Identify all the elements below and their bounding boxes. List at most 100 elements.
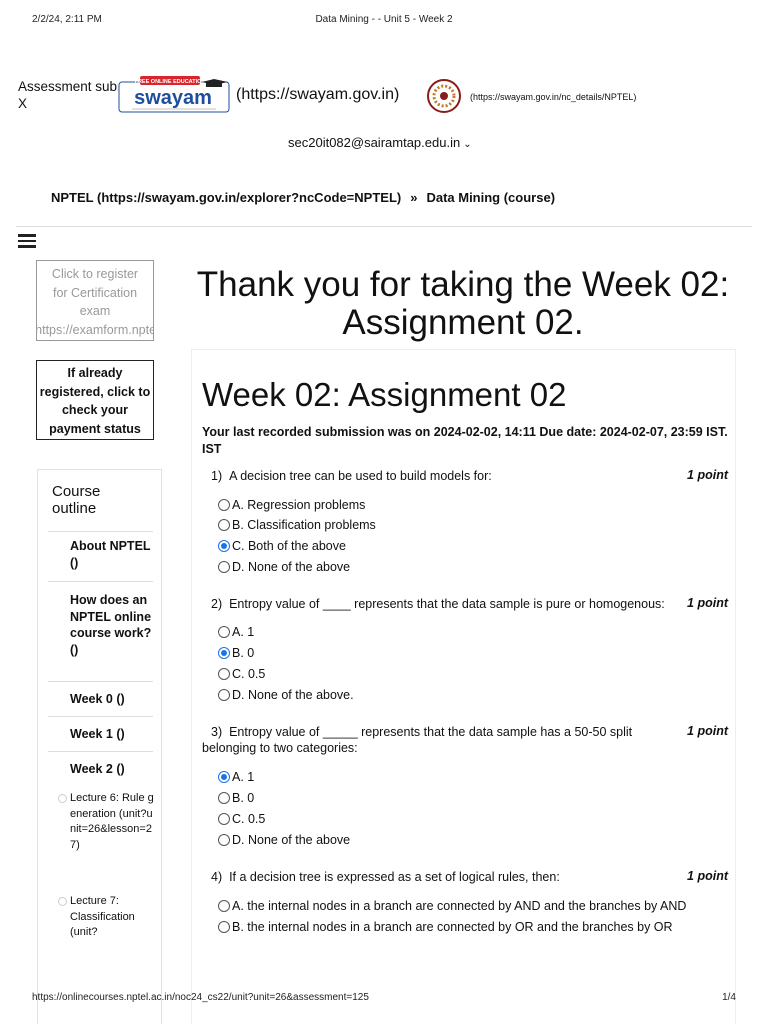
assignment-title: Week 02: Assignment 02 [202, 376, 567, 413]
register-line-2: for Certification [52, 285, 138, 300]
option-label: A. 1 [232, 625, 255, 639]
q3-option-b[interactable]: B. 0 [218, 791, 254, 805]
question-2: 2) Entropy value of ____ represents that… [202, 596, 728, 612]
q4-option-b[interactable]: B. the internal nodes in a branch are co… [218, 920, 673, 934]
register-certification-link[interactable]: Click to register for Certification exam… [36, 260, 154, 341]
option-label: C. 0.5 [232, 812, 266, 826]
q2-option-b[interactable]: B. 0 [218, 646, 254, 660]
outline-item-week-2[interactable]: Week 2 () [48, 751, 153, 778]
q4-option-a[interactable]: A. the internal nodes in a branch are co… [218, 899, 686, 913]
q3-option-a[interactable]: A. 1 [218, 770, 254, 784]
breadcrumb-course[interactable]: Data Mining (course) [426, 190, 555, 205]
outline-item-label: Week 2 () [70, 762, 125, 776]
question-points: 1 point [687, 468, 728, 482]
lecture-label: Lecture 7: Classification (unit? [70, 895, 135, 938]
radio-icon[interactable] [218, 626, 230, 638]
q2-option-a[interactable]: A. 1 [218, 625, 254, 639]
option-label: B. 0 [232, 646, 255, 660]
outline-item-label: About NPTEL () [70, 539, 151, 570]
option-label: C. Both of the above [232, 539, 346, 553]
print-title: Data Mining - - Unit 5 - Week 2 [315, 14, 453, 25]
radio-icon[interactable] [218, 900, 230, 912]
register-url: (https://examform.nptel.ac.in/2024_01/ex… [36, 322, 153, 337]
outline-item-label: How does an NPTEL online course work? () [70, 593, 152, 657]
payment-status-link[interactable]: If already registered, click to check yo… [36, 360, 154, 440]
question-3: 3) Entropy value of _____ represents tha… [202, 724, 728, 756]
outline-item-about[interactable]: About NPTEL () [48, 531, 153, 571]
close-notice-button[interactable]: X [18, 95, 118, 112]
question-points: 1 point [687, 724, 728, 738]
q3-option-d[interactable]: D. None of the above [218, 833, 350, 847]
option-label: B. Classification problems [232, 518, 376, 532]
swayam-home-link[interactable]: (https://swayam.gov.in) [236, 86, 399, 104]
option-label: D. None of the above. [232, 688, 354, 702]
q1-option-d[interactable]: D. None of the above [218, 560, 350, 574]
radio-icon[interactable] [218, 792, 230, 804]
question-points: 1 point [687, 596, 728, 610]
q1-option-b[interactable]: B. Classification problems [218, 518, 376, 532]
nptel-logo[interactable] [424, 78, 464, 114]
print-footer: https://onlinecourses.nptel.ac.in/noc24_… [32, 992, 736, 1006]
outline-item-label: Week 0 () [70, 692, 125, 706]
swayam-logo[interactable]: FREE ONLINE EDUCATION swayam [118, 74, 230, 116]
register-line-3: exam [79, 304, 111, 318]
outline-item-week-1[interactable]: Week 1 () [48, 716, 153, 743]
outline-item-label: Week 1 () [70, 727, 125, 741]
radio-icon[interactable] [218, 813, 230, 825]
option-label: B. the internal nodes in a branch are co… [232, 920, 673, 934]
breadcrumb-nptel-link[interactable]: NPTEL (https://swayam.gov.in/explorer?nc… [51, 190, 401, 205]
user-email: sec20it082@sairamtap.edu.in [288, 135, 461, 150]
print-page-number: 1/4 [722, 992, 736, 1003]
submission-info: Your last recorded submission was on 202… [202, 425, 728, 456]
chevron-down-icon: ⌄ [463, 139, 472, 150]
lecture-item[interactable]: Lecture 7: Classification (unit? [58, 894, 158, 941]
radio-icon[interactable] [218, 561, 230, 573]
q2-option-d[interactable]: D. None of the above. [218, 688, 354, 702]
option-label: A. 1 [232, 770, 255, 784]
header-divider [16, 226, 752, 227]
outline-item-week-0[interactable]: Week 0 () [48, 681, 153, 708]
q2-option-c[interactable]: C. 0.5 [218, 667, 265, 681]
course-outline: Course outline About NPTEL () How does a… [37, 469, 162, 1024]
question-number: 4) [211, 870, 223, 884]
swayam-wordmark: swayam [134, 87, 212, 109]
radio-icon[interactable] [218, 834, 230, 846]
print-footer-url: https://onlinecourses.nptel.ac.in/noc24_… [32, 992, 369, 1003]
question-text: A decision tree can be used to build mod… [229, 469, 492, 483]
course-outline-title: Course outline [52, 483, 101, 517]
swayam-tagline: FREE ONLINE EDUCATION [135, 79, 206, 85]
lecture-item[interactable]: Lecture 6: Rule generation (unit?unit=26… [58, 791, 158, 853]
question-number: 1) [211, 469, 223, 483]
print-header: 2/2/24, 2:11 PM Data Mining - - Unit 5 -… [32, 14, 736, 28]
q1-option-a[interactable]: A. Regression problems [218, 498, 365, 512]
radio-icon[interactable] [218, 921, 230, 933]
radio-icon[interactable] [218, 689, 230, 701]
outline-item-how-it-works[interactable]: How does an NPTEL online course work? () [48, 581, 153, 658]
lecture-status-icon [58, 897, 67, 906]
thank-you-message: Thank you for taking the Week 02: Assign… [196, 265, 730, 342]
breadcrumb-separator: » [410, 190, 418, 205]
q1-option-c[interactable]: C. Both of the above [218, 539, 346, 553]
radio-selected-icon[interactable] [218, 771, 230, 783]
lecture-label: Lecture 6: Rule generation (unit?unit=26… [70, 792, 154, 851]
option-label: D. None of the above [232, 560, 351, 574]
radio-selected-icon[interactable] [218, 647, 230, 659]
option-label: D. None of the above [232, 833, 351, 847]
breadcrumb: NPTEL (https://swayam.gov.in/explorer?nc… [51, 190, 555, 205]
question-number: 3) [211, 725, 223, 739]
radio-icon[interactable] [218, 668, 230, 680]
nptel-details-link[interactable]: (https://swayam.gov.in/nc_details/NPTEL) [470, 92, 636, 102]
radio-selected-icon[interactable] [218, 540, 230, 552]
option-label: A. the internal nodes in a branch are co… [232, 899, 687, 913]
q3-option-c[interactable]: C. 0.5 [218, 812, 265, 826]
question-text: Entropy value of _____ represents that t… [202, 725, 633, 755]
radio-icon[interactable] [218, 499, 230, 511]
option-label: B. 0 [232, 791, 255, 805]
menu-icon[interactable] [18, 234, 36, 248]
user-menu[interactable]: sec20it082@sairamtap.edu.in ⌄ [288, 135, 472, 150]
question-1: 1) A decision tree can be used to build … [202, 468, 728, 484]
question-number: 2) [211, 597, 223, 611]
option-label: C. 0.5 [232, 667, 266, 681]
lecture-status-icon [58, 794, 67, 803]
radio-icon[interactable] [218, 519, 230, 531]
